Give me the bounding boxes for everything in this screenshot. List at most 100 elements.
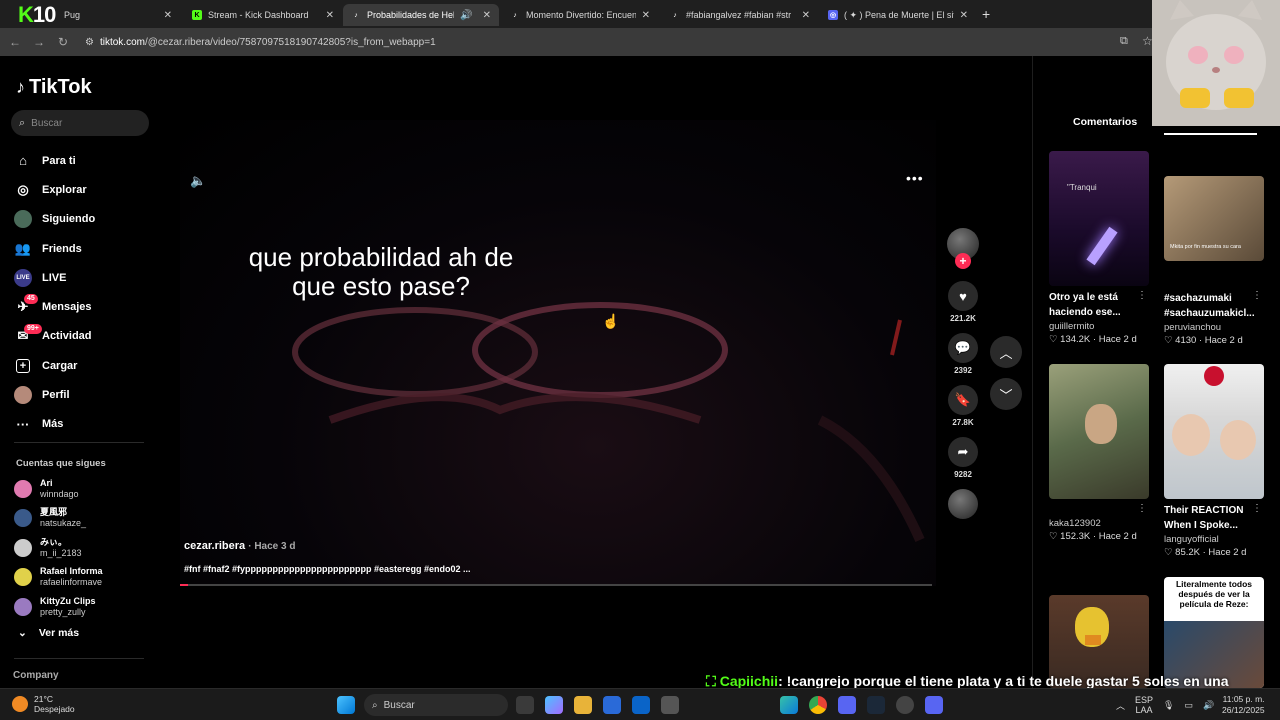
- video-player[interactable]: [180, 120, 936, 586]
- following-account[interactable]: Ari winndago: [14, 474, 103, 504]
- discord-icon[interactable]: [838, 696, 856, 714]
- outlook-icon[interactable]: [632, 696, 650, 714]
- sidebar-item-perfil[interactable]: Perfil: [14, 380, 95, 409]
- chrome-icon[interactable]: [809, 696, 827, 714]
- tab-tiktok-active[interactable]: ♪ Probabilidades de Helpy y 🔊 ✕: [343, 4, 499, 26]
- forward-icon[interactable]: →: [27, 35, 51, 49]
- share-icon: ➦: [948, 437, 978, 467]
- related-video-card[interactable]: ⋮ kaka123902 ♡ 152.3K · Hace 2 d: [1049, 364, 1149, 544]
- share-button[interactable]: ➦ 9282: [946, 437, 980, 479]
- music-disc-button[interactable]: [946, 489, 980, 519]
- more-icon: ···: [16, 416, 30, 432]
- video-frame-art: [292, 302, 925, 543]
- reload-icon[interactable]: ↻: [51, 35, 75, 49]
- related-video-card[interactable]: Literalmente todos después de ver la pel…: [1164, 577, 1264, 688]
- microphone-icon[interactable]: 🎙: [1163, 700, 1174, 711]
- sidebar-item-explorar[interactable]: ◎ Explorar: [14, 175, 95, 204]
- tray-chevron-icon[interactable]: ︿: [1116, 699, 1125, 712]
- back-icon[interactable]: ←: [3, 35, 27, 49]
- tab-momento-divertido[interactable]: ♪ Momento Divertido: Encuentro ✕: [502, 4, 658, 26]
- obs-icon[interactable]: [896, 696, 914, 714]
- previous-video-button[interactable]: ︿: [990, 336, 1022, 368]
- install-app-icon[interactable]: ⧉: [1120, 35, 1128, 48]
- related-video-card[interactable]: ⋮ Their REACTION When I Spoke... languyo…: [1164, 364, 1264, 560]
- tab-fabiangalvez[interactable]: ♪ #fabiangalvez #fabian #str ✕: [662, 4, 818, 26]
- close-tab-icon[interactable]: ✕: [802, 10, 810, 21]
- sidebar-item-live[interactable]: LIVE LIVE: [14, 263, 95, 292]
- sidebar-item-para-ti[interactable]: ⌂ Para ti: [14, 146, 95, 175]
- like-button[interactable]: ♥ 221.2K: [946, 281, 980, 323]
- card-more-icon[interactable]: ⋮: [1252, 503, 1262, 514]
- related-video-card[interactable]: Mkita por fin muestra su cara ⋮ #sachazu…: [1164, 176, 1264, 348]
- tab-kick-dashboard[interactable]: K Stream - Kick Dashboard ✕: [184, 4, 342, 26]
- related-video-card[interactable]: "Tranqui ⋮ Otro ya le está haciendo ese.…: [1049, 151, 1149, 347]
- sidebar-item-siguiendo[interactable]: Siguiendo: [14, 205, 95, 234]
- bookmark-icon: 🔖: [948, 385, 978, 415]
- tiktok-note-icon: ♪: [16, 77, 25, 97]
- site-info-icon[interactable]: ⚙: [85, 37, 94, 48]
- language-indicator[interactable]: ESP LAA: [1135, 695, 1153, 715]
- video-description[interactable]: #fnf #fnaf2 #fyppppppppppppppppppppppp #…: [184, 564, 471, 574]
- steam-icon[interactable]: [867, 696, 885, 714]
- more-options-icon[interactable]: •••: [906, 170, 924, 186]
- weather-widget[interactable]: 21°C Despejado: [12, 694, 75, 714]
- tiktok-favicon-icon: ♪: [513, 11, 517, 19]
- company-link[interactable]: Company: [13, 670, 59, 681]
- discord-favicon-icon: ◎: [828, 10, 838, 20]
- copilot-icon[interactable]: [545, 696, 563, 714]
- author-avatar-button[interactable]: +: [946, 228, 980, 269]
- windows-start-icon[interactable]: [337, 696, 355, 714]
- tiktok-page: ♪ TikTok ⌕ Buscar ⌂ Para ti ◎ Explorar S…: [0, 56, 1280, 688]
- card-more-icon[interactable]: ⋮: [1252, 290, 1262, 301]
- sidebar-item-mensajes[interactable]: ✈ 45 Mensajes: [14, 292, 95, 321]
- next-video-button[interactable]: ﹀: [990, 378, 1022, 410]
- heart-icon: ♥: [948, 281, 978, 311]
- tiktok-logo[interactable]: ♪ TikTok: [16, 76, 92, 99]
- sidebar-item-actividad[interactable]: ✉ 99+ Actividad: [14, 322, 95, 351]
- video-progress-fill: [180, 584, 188, 586]
- see-more-button[interactable]: ⌄ Ver más: [18, 627, 79, 639]
- close-tab-icon[interactable]: ✕: [164, 10, 172, 21]
- video-progress-bar[interactable]: [180, 584, 932, 586]
- close-tab-icon[interactable]: ✕: [326, 10, 334, 21]
- video-thumbnail: Mkita por fin muestra su cara: [1164, 176, 1264, 261]
- comment-button[interactable]: 💬 2392: [946, 333, 980, 375]
- file-explorer-icon[interactable]: [574, 696, 592, 714]
- following-icon: [14, 210, 32, 229]
- url-field[interactable]: ⚙ tiktok.com/@cezar.ribera/video/7587097…: [85, 37, 436, 48]
- following-account[interactable]: KittyZu Clips pretty_zully: [14, 592, 103, 622]
- windows-taskbar: 21°C Despejado ⌕ Buscar ︿ ESP LAA 🎙 ▭ 🔊 1…: [0, 688, 1280, 720]
- sidebar-nav: ⌂ Para ti ◎ Explorar Siguiendo 👥 Friends…: [14, 146, 95, 439]
- edge-icon[interactable]: [780, 696, 798, 714]
- store-icon[interactable]: [603, 696, 621, 714]
- app-icon[interactable]: [661, 696, 679, 714]
- discord-app-icon[interactable]: [925, 696, 943, 714]
- card-more-icon[interactable]: ⋮: [1137, 503, 1147, 514]
- chat-badge-icon: ⛶: [706, 673, 716, 689]
- volume-tray-icon[interactable]: 🔊: [1203, 700, 1214, 711]
- sidebar-item-mas[interactable]: ··· Más: [14, 410, 95, 439]
- card-more-icon[interactable]: ⋮: [1137, 290, 1147, 301]
- tab-comentarios[interactable]: Comentarios: [1073, 116, 1137, 128]
- search-input[interactable]: ⌕ Buscar: [11, 110, 149, 136]
- friends-icon: 👥: [14, 240, 32, 256]
- close-tab-icon[interactable]: ✕: [642, 10, 650, 21]
- save-button[interactable]: 🔖 27.8K: [946, 385, 980, 427]
- volume-icon[interactable]: 🔈: [190, 173, 206, 189]
- close-tab-icon[interactable]: ✕: [483, 10, 491, 21]
- task-view-icon[interactable]: [516, 696, 534, 714]
- audio-playing-icon[interactable]: 🔊: [460, 10, 472, 21]
- close-tab-icon[interactable]: ✕: [960, 10, 968, 21]
- tab-pena-de-muerte[interactable]: ◎ ( ✦ ) Pena de Muerte | El sitio w ✕: [820, 4, 976, 26]
- video-author[interactable]: cezar.ribera · Hace 3 d: [184, 540, 295, 552]
- following-account[interactable]: みぃ。 m_ii_2183: [14, 533, 103, 563]
- follow-plus-icon[interactable]: +: [955, 253, 971, 269]
- taskbar-search[interactable]: ⌕ Buscar: [364, 694, 508, 716]
- network-icon[interactable]: ▭: [1184, 700, 1193, 711]
- system-clock[interactable]: 11:05 p. m. 26/12/2025: [1222, 694, 1265, 716]
- following-account[interactable]: 夏風邪 natsukaze_: [14, 504, 103, 534]
- sidebar-item-cargar[interactable]: + Cargar: [14, 351, 95, 380]
- sidebar-item-friends[interactable]: 👥 Friends: [14, 234, 95, 263]
- new-tab-icon[interactable]: +: [982, 6, 990, 22]
- following-account[interactable]: Rafael Informa rafaelinformave: [14, 563, 103, 593]
